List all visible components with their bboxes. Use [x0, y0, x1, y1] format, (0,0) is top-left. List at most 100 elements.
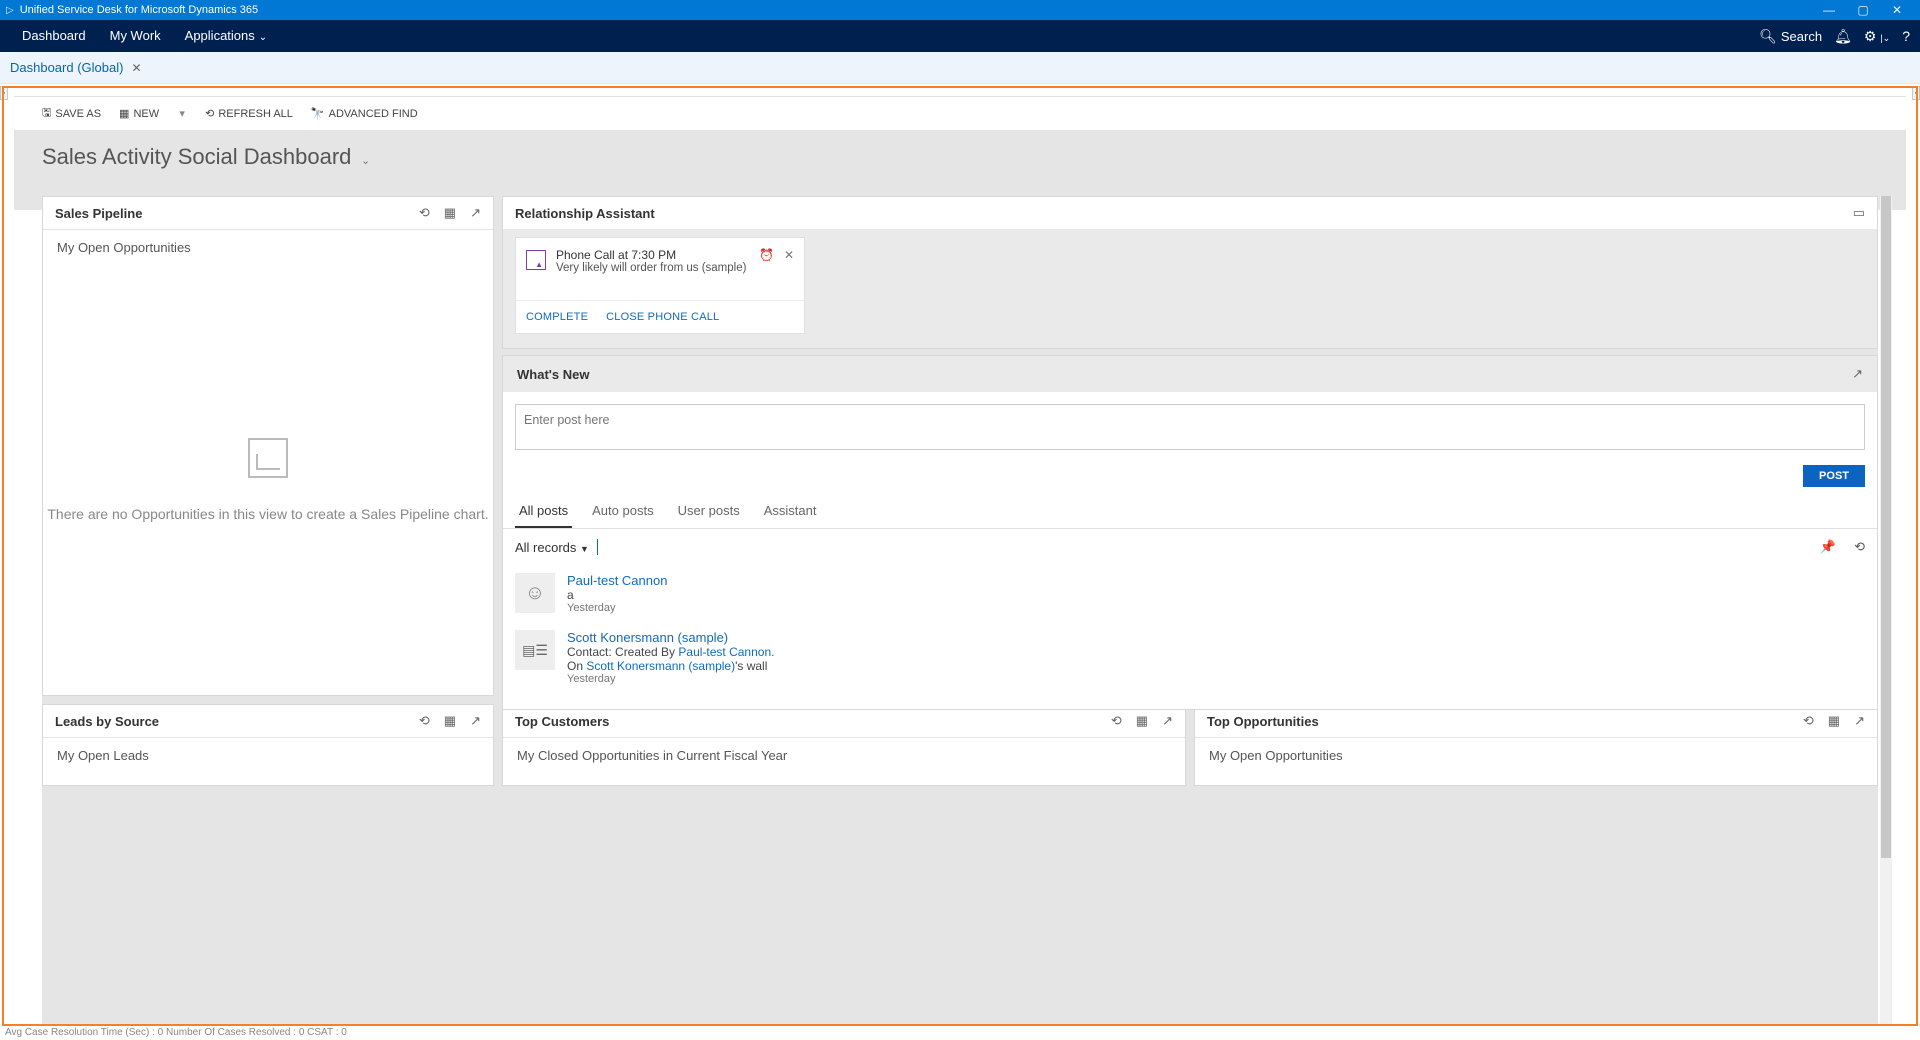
binoculars-icon: 🔭 [311, 107, 325, 120]
panel-subtitle: My Open Opportunities [1195, 738, 1877, 773]
activity-icon [526, 250, 546, 270]
expand-icon[interactable]: ↗ [470, 205, 481, 221]
post-timestamp: Yesterday [567, 602, 667, 614]
chevron-down-icon[interactable]: ⌄ [361, 155, 370, 167]
panel-title: Leads by Source [55, 714, 159, 729]
close-window-button[interactable]: ✕ [1880, 3, 1914, 17]
gear-icon[interactable]: ⚙ |⌄ [1864, 28, 1890, 45]
assistant-card[interactable]: Phone Call at 7:30 PM Very likely will o… [515, 237, 805, 334]
nav-my-work[interactable]: My Work [98, 20, 173, 52]
tab-auto-posts[interactable]: Auto posts [588, 495, 657, 528]
tab-all-posts[interactable]: All posts [515, 495, 572, 528]
panel-title: Relationship Assistant [515, 206, 655, 221]
post-item: ☺ Paul-test Cannon a Yesterday [515, 565, 1865, 622]
chevron-down-icon: ⌄ [259, 32, 267, 43]
expand-icon[interactable]: ↗ [1852, 366, 1863, 382]
pin-icon[interactable]: 📌 [1820, 539, 1836, 555]
avatar: ☺ [515, 573, 555, 613]
post-line1: Contact: Created By Paul-test Cannon. [567, 645, 774, 659]
panel-title: Top Opportunities [1207, 714, 1319, 729]
refresh-icon: ⟲ [205, 107, 214, 120]
dashboard-title[interactable]: Sales Activity Social Dashboard [42, 144, 351, 170]
complete-button[interactable]: COMPLETE [526, 311, 588, 323]
panel-whats-new: What's New ↗ POST All posts Auto posts U… [502, 355, 1878, 710]
panel-sales-pipeline: Sales Pipeline ⟲ ▦ ↗ My Open Opportuniti… [42, 196, 494, 696]
post-timestamp: Yesterday [567, 673, 774, 685]
save-as-button[interactable]: 🖫 SAVE AS [42, 104, 101, 123]
scrollbar-thumb[interactable] [1881, 196, 1891, 858]
status-bar: Avg Case Resolution Time (Sec) : 0 Numbe… [2, 1027, 1918, 1040]
grid-icon[interactable]: ▦ [444, 205, 456, 221]
post-line2: On Scott Konersmann (sample)'s wall [567, 659, 774, 673]
help-icon[interactable]: ? [1902, 28, 1910, 44]
panel-subtitle: My Open Leads [43, 738, 493, 773]
tab-strip: Dashboard (Global) ✕ [0, 52, 1920, 84]
title-bar: ▷ Unified Service Desk for Microsoft Dyn… [0, 0, 1920, 20]
nav-applications[interactable]: Applications⌄ [173, 20, 280, 52]
empty-message: There are no Opportunities in this view … [47, 506, 488, 522]
grid-icon[interactable]: ▦ [444, 713, 456, 729]
nav-dashboard[interactable]: Dashboard [10, 20, 98, 52]
command-bar: 🖫 SAVE AS ▦ NEW ▾ ⟲ REFRESH ALL 🔭 ADVANC… [14, 96, 1906, 130]
tab-dashboard-global[interactable]: Dashboard (Global) ✕ [10, 60, 142, 75]
empty-chart-icon [248, 438, 288, 478]
layout-icon[interactable]: ▭ [1853, 205, 1865, 221]
expand-icon[interactable]: ↗ [1162, 713, 1173, 729]
maximize-button[interactable]: ▢ [1846, 3, 1880, 17]
post-input[interactable] [515, 404, 1865, 450]
records-filter[interactable]: All records ▼ [515, 540, 589, 555]
expand-icon[interactable]: ↗ [1854, 713, 1865, 729]
card-line2: Very likely will order from us (sample) [556, 262, 746, 274]
vertical-scrollbar[interactable] [1880, 196, 1892, 1024]
refresh-all-button[interactable]: ⟲ REFRESH ALL [205, 107, 293, 120]
refresh-icon[interactable]: ⟲ [419, 205, 430, 221]
avatar: ▤☰ [515, 630, 555, 670]
panel-top-opportunities: Top Opportunities ⟲ ▦ ↗ My Open Opportun… [1194, 704, 1878, 786]
refresh-icon[interactable]: ⟲ [419, 713, 430, 729]
grid-icon[interactable]: ▦ [1828, 713, 1840, 729]
post-author[interactable]: Paul-test Cannon [567, 573, 667, 588]
caret-down-icon: ▼ [580, 544, 589, 554]
panel-relationship-assistant: Relationship Assistant ▭ Phone Call at 7… [502, 196, 1878, 349]
tab-assistant[interactable]: Assistant [760, 495, 821, 528]
dismiss-icon[interactable]: ✕ [784, 248, 794, 274]
wall-link[interactable]: Scott Konersmann (sample) [586, 659, 735, 673]
panel-leads-by-source: Leads by Source ⟲ ▦ ↗ My Open Leads [42, 704, 494, 786]
author-link[interactable]: Paul-test Cannon [678, 645, 771, 659]
search-button[interactable]: 🔍︎ Search [1759, 28, 1822, 45]
close-phone-call-button[interactable]: CLOSE PHONE CALL [606, 311, 719, 323]
post-item: ▤☰ Scott Konersmann (sample) Contact: Cr… [515, 622, 1865, 693]
tab-user-posts[interactable]: User posts [674, 495, 744, 528]
bell-icon[interactable]: 🔔︎ [1834, 28, 1852, 45]
post-button[interactable]: POST [1803, 465, 1865, 487]
post-tabs: All posts Auto posts User posts Assistan… [503, 495, 1877, 529]
close-tab-icon[interactable]: ✕ [131, 61, 141, 75]
refresh-icon[interactable]: ⟲ [1803, 713, 1814, 729]
expand-icon[interactable]: ↗ [470, 713, 481, 729]
panel-subtitle: My Closed Opportunities in Current Fisca… [503, 738, 1185, 773]
app-title: Unified Service Desk for Microsoft Dynam… [20, 4, 258, 16]
search-icon: 🔍︎ [1759, 28, 1777, 45]
content-area: 🖫 SAVE AS ▦ NEW ▾ ⟲ REFRESH ALL 🔭 ADVANC… [14, 96, 1906, 1024]
dashboard-grid: Sales Pipeline ⟲ ▦ ↗ My Open Opportuniti… [42, 196, 1878, 1024]
posts-list: ☺ Paul-test Cannon a Yesterday ▤☰ Scott … [503, 561, 1877, 709]
minimize-button[interactable]: — [1812, 3, 1846, 17]
panel-subtitle: My Open Opportunities [43, 230, 493, 265]
new-icon: ▦ [119, 107, 129, 120]
snooze-icon[interactable]: ⏰ [759, 248, 774, 274]
panel-title: What's New [517, 367, 589, 382]
post-author[interactable]: Scott Konersmann (sample) [567, 630, 774, 645]
refresh-icon[interactable]: ⟲ [1111, 713, 1122, 729]
panel-title: Sales Pipeline [55, 206, 142, 221]
grid-icon[interactable]: ▦ [1136, 713, 1148, 729]
advanced-find-button[interactable]: 🔭 ADVANCED FIND [311, 107, 418, 120]
new-button[interactable]: ▦ NEW [119, 107, 159, 120]
panel-top-customers: Top Customers ⟲ ▦ ↗ My Closed Opportunit… [502, 704, 1186, 786]
card-line1: Phone Call at 7:30 PM [556, 248, 746, 262]
save-icon: 🖫 [42, 104, 51, 123]
app-icon: ▷ [6, 5, 14, 16]
dropdown-split[interactable]: ▾ [177, 107, 187, 120]
refresh-icon[interactable]: ⟲ [1854, 539, 1865, 555]
main-nav: Dashboard My Work Applications⌄ 🔍︎ Searc… [0, 20, 1920, 52]
post-content: a [567, 588, 667, 602]
